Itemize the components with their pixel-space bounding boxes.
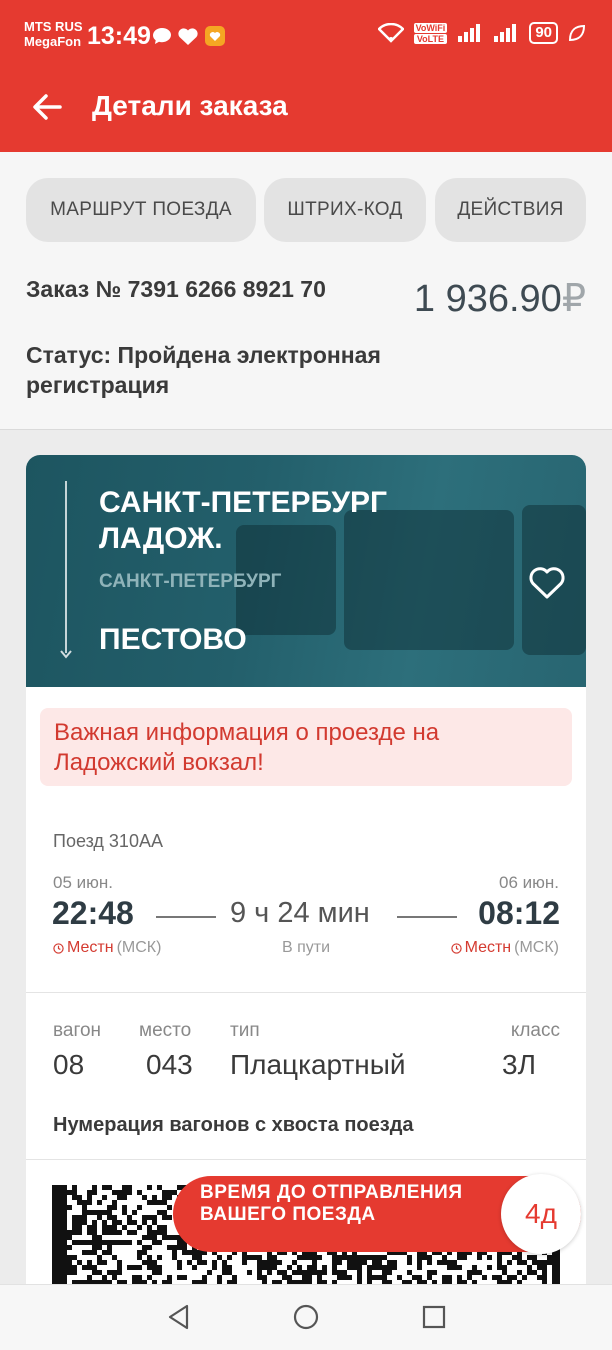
order-status: Статус: Пройдена электронная регистрация <box>26 342 381 398</box>
vowifi-label: VoWiFi <box>413 22 448 33</box>
volte-indicator: VoWiFi VoLTE <box>413 22 448 44</box>
gift-app-icon <box>205 26 225 46</box>
duration-label: В пути <box>282 939 331 956</box>
route-header: САНКТ-ПЕТЕРБУРГ ЛАДОЖ. САНКТ-ПЕТЕРБУРГ П… <box>26 455 586 687</box>
departure-station: САНКТ-ПЕТЕРБУРГ ЛАДОЖ. <box>99 486 388 555</box>
type-value: Плацкартный <box>230 1049 406 1080</box>
departure-timezone: Местн (МСК) <box>53 939 161 957</box>
departure-city: САНКТ-ПЕТЕРБУРГ <box>99 571 282 592</box>
clock-icon <box>450 942 462 954</box>
tab-train-route[interactable]: МАРШРУТ ПОЕЗДА <box>26 178 256 242</box>
system-nav-bar <box>0 1284 612 1350</box>
leaf-icon <box>568 24 586 42</box>
tz-note: (МСК) <box>116 939 162 956</box>
tz-label: Местн <box>67 939 114 956</box>
arrival-time: 08:12 <box>478 895 560 931</box>
car-header: вагон <box>53 1020 102 1041</box>
app-bar: Детали заказа <box>0 62 612 152</box>
duration-line-right <box>397 916 457 918</box>
departure-time: 22:48 <box>52 895 134 931</box>
countdown-value: 4д <box>501 1174 581 1254</box>
signal-icon <box>494 24 517 42</box>
tz-label: Местн <box>464 939 512 956</box>
page-title: Детали заказа <box>92 90 288 121</box>
type-header: тип <box>230 1020 260 1041</box>
heart-icon <box>178 27 198 45</box>
tab-actions[interactable]: ДЕЙСТВИЯ <box>435 178 586 242</box>
currency-symbol: ₽ <box>561 278 586 320</box>
ticket-card: САНКТ-ПЕТЕРБУРГ ЛАДОЖ. САНКТ-ПЕТЕРБУРГ П… <box>26 455 586 1350</box>
arrival-station: ПЕСТОВО <box>99 623 247 656</box>
car-numbering-note: Нумерация вагонов с хвоста поезда <box>53 1114 414 1136</box>
departure-date: 05 июн. <box>53 873 113 892</box>
important-info-banner[interactable]: Важная информация о проезде на Ладожский… <box>40 708 572 786</box>
tab-barcode[interactable]: ШТРИХ-КОД <box>264 178 426 242</box>
departure-countdown[interactable]: ВРЕМЯ ДО ОТПРАВЛЕНИЯ ВАШЕГО ПОЕЗДА 4д <box>173 1174 581 1254</box>
divider <box>26 992 586 993</box>
divider <box>26 1159 586 1160</box>
carrier-2: MegaFon <box>24 34 82 49</box>
arrow-left-icon[interactable] <box>30 90 64 124</box>
order-number: Заказ № 7391 6266 8921 70 <box>26 276 326 302</box>
class-value: 3Л <box>502 1049 536 1080</box>
status-time: 13:49 <box>87 22 151 50</box>
order-price: 1 936.90₽ <box>414 276 586 321</box>
status-bar: MTS RUS MegaFon 13:49 VoWiFi VoLTE 90 <box>0 0 612 62</box>
countdown-label: ВРЕМЯ ДО ОТПРАВЛЕНИЯ ВАШЕГО ПОЕЗДА <box>200 1182 463 1225</box>
favorite-heart-icon[interactable] <box>528 565 566 601</box>
battery-indicator: 90 <box>529 22 558 44</box>
price-value: 1 936.90 <box>413 278 562 320</box>
arrow-down-icon <box>60 650 72 659</box>
arrival-date: 06 июн. <box>499 873 559 892</box>
duration-line-left <box>156 916 216 918</box>
wifi-icon <box>377 23 404 43</box>
seat-value: 043 <box>146 1049 193 1080</box>
train-number: Поезд 310АА <box>53 831 163 851</box>
tz-note: (МСК) <box>514 939 559 956</box>
seat-header: место <box>139 1020 192 1041</box>
nav-home-icon[interactable] <box>292 1303 320 1331</box>
chat-bubble-icon <box>153 28 171 44</box>
trip-duration: 9 ч 24 мин <box>230 897 370 929</box>
route-line <box>65 481 67 653</box>
car-value: 08 <box>53 1049 85 1080</box>
class-header: класс <box>510 1020 560 1041</box>
clock-icon <box>53 942 64 954</box>
nav-recents-icon[interactable] <box>420 1303 448 1331</box>
signal-icon <box>458 24 481 42</box>
nav-back-icon[interactable] <box>165 1303 193 1331</box>
carrier-1: MTS RUS <box>24 19 83 34</box>
order-summary: МАРШРУТ ПОЕЗДА ШТРИХ-КОД ДЕЙСТВИЯ Заказ … <box>0 152 612 430</box>
carrier-info: MTS RUS MegaFon <box>24 19 83 49</box>
arrival-timezone: Местн (МСК) <box>450 939 559 957</box>
volte-label: VoLTE <box>413 33 448 44</box>
